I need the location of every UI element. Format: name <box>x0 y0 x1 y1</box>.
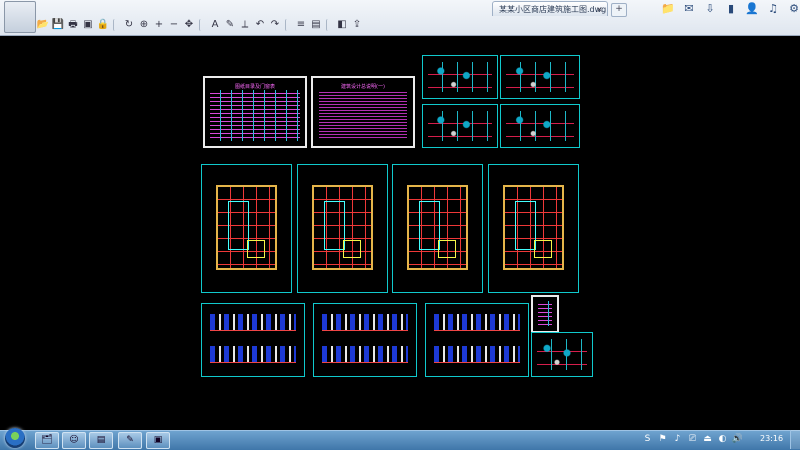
usb-icon[interactable]: ⏏ <box>700 432 715 446</box>
save-icon[interactable]: 💾 <box>51 18 65 32</box>
sheet-detail-2 <box>500 55 580 99</box>
layers-icon[interactable]: ≡ <box>294 18 308 32</box>
toolbar-separator <box>326 19 333 31</box>
redo-icon[interactable]: ↷ <box>268 18 282 32</box>
app-top-bar: 某某小区商店建筑施工图.dwg × + 📂 💾 🖶 ▣ 🔒 ↻ ⊕ + − ✥ … <box>0 0 800 36</box>
pan-icon[interactable]: ✥ <box>182 18 196 32</box>
sheet-index: 图纸目录及门窗表 <box>203 76 307 148</box>
mail-icon[interactable]: ✉ <box>681 2 697 16</box>
rotate-icon[interactable]: ↻ <box>122 18 136 32</box>
volume-icon[interactable]: 🔊 <box>730 432 745 446</box>
section-drawing <box>434 346 520 363</box>
toolbar-separator <box>113 19 120 31</box>
sheet-section <box>425 303 529 377</box>
sheet-plan-3 <box>392 164 483 293</box>
user-icon[interactable]: 👤 <box>744 2 760 16</box>
sheet-detail-3 <box>422 104 498 148</box>
clock[interactable]: 23:16 <box>760 434 783 443</box>
elevation-drawing <box>210 346 296 363</box>
roof-plan <box>503 185 564 270</box>
pencil-icon[interactable]: ✎ <box>223 18 237 32</box>
main-toolbar: 📂 💾 🖶 ▣ 🔒 ↻ ⊕ + − ✥ A ✎ ⟂ ↶ ↷ ≡ ▤ ◧ ⇪ <box>36 17 365 33</box>
flag-icon[interactable]: ⚑ <box>655 432 670 446</box>
viewer-app-icon[interactable]: ▣ <box>146 432 170 449</box>
zoom-window-icon[interactable]: ⊕ <box>137 18 151 32</box>
download-icon[interactable]: ⇩ <box>702 2 718 16</box>
design-notes-text <box>319 90 407 140</box>
books-icon[interactable]: ▤ <box>89 432 113 449</box>
start-button[interactable] <box>3 428 27 449</box>
detail-drawing <box>506 62 574 92</box>
elevation-drawing <box>322 346 408 363</box>
drawing-canvas[interactable]: 图纸目录及门窗表 建筑设计总说明(一) <box>0 36 800 430</box>
detail-drawing <box>537 339 587 370</box>
sheet-index-title: 图纸目录及门窗表 <box>234 84 275 90</box>
sheet-notes: 建筑设计总说明(一) <box>311 76 415 148</box>
zoom-in-icon[interactable]: + <box>152 18 166 32</box>
sheet-elevation-1 <box>201 303 305 377</box>
sheet-elevation-2 <box>313 303 417 377</box>
network-icon[interactable]: ⎚ <box>685 432 700 446</box>
detail-drawing <box>428 62 492 92</box>
door-window-table <box>210 90 300 141</box>
folder-icon[interactable]: 📁 <box>660 2 676 16</box>
file-tab[interactable]: 某某小区商店建筑施工图.dwg × <box>492 1 608 16</box>
undo-icon[interactable]: ↶ <box>253 18 267 32</box>
print-icon[interactable]: 🖶 <box>66 18 80 32</box>
top-right-icons: 📁 ✉ ⇩ ▮ 👤 ♫ ⚙ <box>660 2 800 16</box>
zoom-out-icon[interactable]: − <box>167 18 181 32</box>
new-tab-button[interactable]: + <box>611 3 627 17</box>
layout-icon[interactable]: ▤ <box>309 18 323 32</box>
pdf-icon[interactable]: ▣ <box>81 18 95 32</box>
sheet-detail-1 <box>422 55 498 99</box>
user-app-icon[interactable]: ☺ <box>62 432 86 449</box>
windows-logo-icon <box>5 428 25 448</box>
small-table <box>538 301 552 326</box>
sheet-detail-5 <box>531 332 593 377</box>
phone-icon[interactable]: ▮ <box>723 2 739 16</box>
open-icon[interactable]: 📂 <box>36 18 50 32</box>
explorer-icon[interactable]: 🗂 <box>35 432 59 449</box>
sheet-plan-1 <box>201 164 292 293</box>
settings-icon[interactable]: ⚙ <box>786 2 800 16</box>
detail-drawing <box>428 111 492 141</box>
sheet-small-table <box>531 295 559 333</box>
detail-drawing <box>506 111 574 141</box>
input-method-icon[interactable]: S <box>640 432 655 446</box>
system-tray: S ⚑ ♪ ⎚ ⏏ ◐ 🔊 <box>640 432 745 446</box>
floor-plan <box>216 185 277 270</box>
elevation-drawing <box>322 314 408 331</box>
music-icon[interactable]: ♫ <box>765 2 781 16</box>
audio-app-icon[interactable]: ♪ <box>670 432 685 446</box>
section-drawing <box>434 314 520 331</box>
show-desktop-button[interactable] <box>790 430 800 449</box>
3d-icon[interactable]: ◧ <box>335 18 349 32</box>
toolbar-separator <box>199 19 206 31</box>
elevation-drawing <box>210 314 296 331</box>
sheet-detail-4 <box>500 104 580 148</box>
power-icon[interactable]: ◐ <box>715 432 730 446</box>
sheet-plan-4 <box>488 164 579 293</box>
user-avatar[interactable] <box>4 1 36 33</box>
lock-icon[interactable]: 🔒 <box>96 18 110 32</box>
measure-icon[interactable]: ⟂ <box>238 18 252 32</box>
floor-plan <box>407 185 468 270</box>
text-icon[interactable]: A <box>208 18 222 32</box>
sheet-plan-2 <box>297 164 388 293</box>
sheet-notes-title: 建筑设计总说明(一) <box>341 84 385 90</box>
file-tab-label: 某某小区商店建筑施工图.dwg <box>499 5 607 14</box>
close-icon[interactable]: × <box>596 2 603 16</box>
export-icon[interactable]: ⇪ <box>350 18 364 32</box>
floor-plan <box>312 185 373 270</box>
paint-icon[interactable]: ✎ <box>118 432 142 449</box>
toolbar-separator <box>285 19 292 31</box>
